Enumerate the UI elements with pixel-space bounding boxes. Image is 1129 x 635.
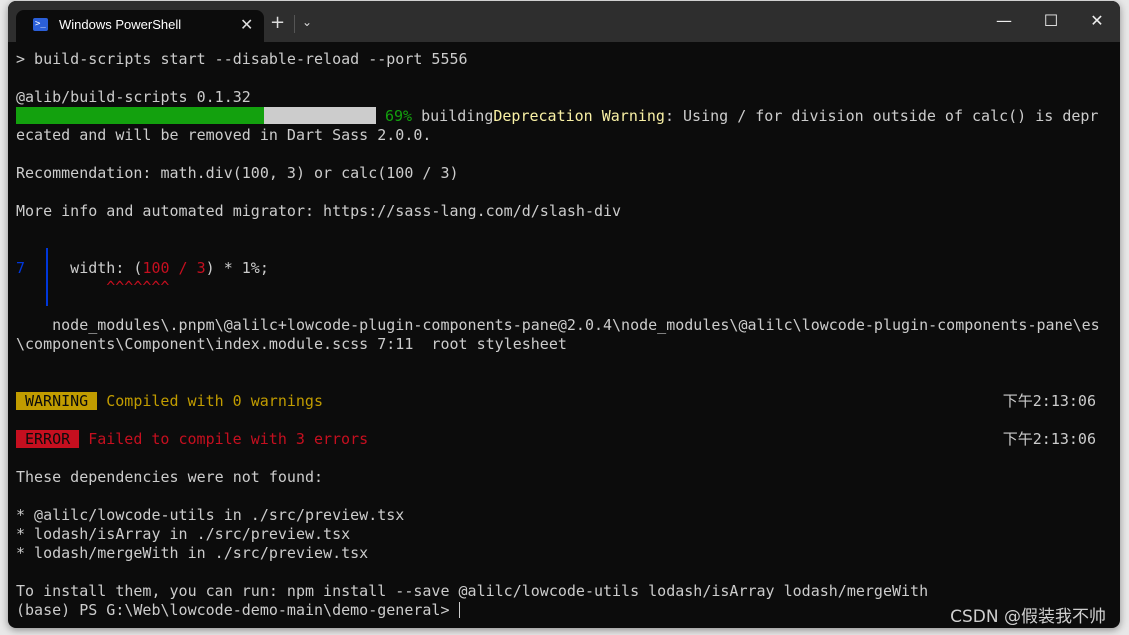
chevron-down-icon[interactable]: ⌄ [302,15,312,29]
tab-title: Windows PowerShell [59,17,182,32]
warning-time: 下午2:13:06 [1002,392,1096,410]
dep-item: * lodash/mergeWith in ./src/preview.tsx [16,544,369,562]
title-bar: >_ Windows PowerShell ✕ + ⌄ — ☐ ✕ [8,1,1120,42]
code-line: 7 width: (100 / 3) * 1%; [16,259,269,278]
maximize-button[interactable]: ☐ [1031,11,1071,30]
warning-badge: WARNING [16,392,98,410]
progress-percent: 69% [385,107,413,125]
code-post: ) * 1%; [205,259,269,277]
terminal-window: >_ Windows PowerShell ✕ + ⌄ — ☐ ✕ > buil… [8,1,1120,628]
file-path-2: \components\Component\index.module.scss … [16,335,567,353]
progress-line: 69% buildingDeprecation Warning: Using /… [16,107,1098,126]
prompt-line[interactable]: (base) PS G:\Web\lowcode-demo-main\demo-… [16,601,460,620]
warning-text: Compiled with 0 warnings [106,392,323,410]
cursor [458,602,460,618]
deprecation-title: Deprecation Warning [493,107,665,125]
minimize-button[interactable]: — [984,11,1024,30]
new-tab-button[interactable]: + [270,13,285,33]
divider [294,15,295,33]
deprecation-text: : Using / for division outside of calc()… [664,107,1099,125]
deps-header: These dependencies were not found: [16,468,324,486]
file-path-1: node_modules\.pnpm\@alilc+lowcode-plugin… [16,316,1100,334]
tab-windows-powershell[interactable]: >_ Windows PowerShell ✕ [16,10,264,42]
close-button[interactable]: ✕ [1077,11,1117,30]
recommendation: Recommendation: math.div(100, 3) or calc… [16,164,459,182]
progress-fill [16,107,265,124]
progress-bar [16,107,376,124]
code-highlight: 100 / 3 [142,259,206,277]
error-line: ERROR Failed to compile with 3 errors [16,430,368,449]
progress-status: building [421,107,494,125]
more-info: More info and automated migrator: https:… [16,202,622,220]
version-line: @alib/build-scripts 0.1.32 [16,88,251,106]
code-pre: width: ( [43,259,143,277]
tab-close-icon[interactable]: ✕ [240,15,253,34]
watermark: CSDN @假装我不帅 [950,607,1106,627]
error-time: 下午2:13:06 [1002,430,1096,448]
line-number: 7 [16,259,26,277]
code-caret: ^^^^^^^ [34,278,170,296]
install-hint: To install them, you can run: npm instal… [16,582,929,600]
dep-item: * lodash/isArray in ./src/preview.tsx [16,525,351,543]
prompt: (base) PS G:\Web\lowcode-demo-main\demo-… [16,601,459,619]
gutter-line [46,248,48,306]
command-line: > build-scripts start --disable-reload -… [16,50,468,68]
error-badge: ERROR [16,430,80,448]
dep-item: * @alilc/lowcode-utils in ./src/preview.… [16,506,405,524]
deprecation-text-cont: ecated and will be removed in Dart Sass … [16,126,432,144]
warning-line: WARNING Compiled with 0 warnings [16,392,323,411]
error-text: Failed to compile with 3 errors [88,430,369,448]
powershell-icon: >_ [33,18,48,31]
